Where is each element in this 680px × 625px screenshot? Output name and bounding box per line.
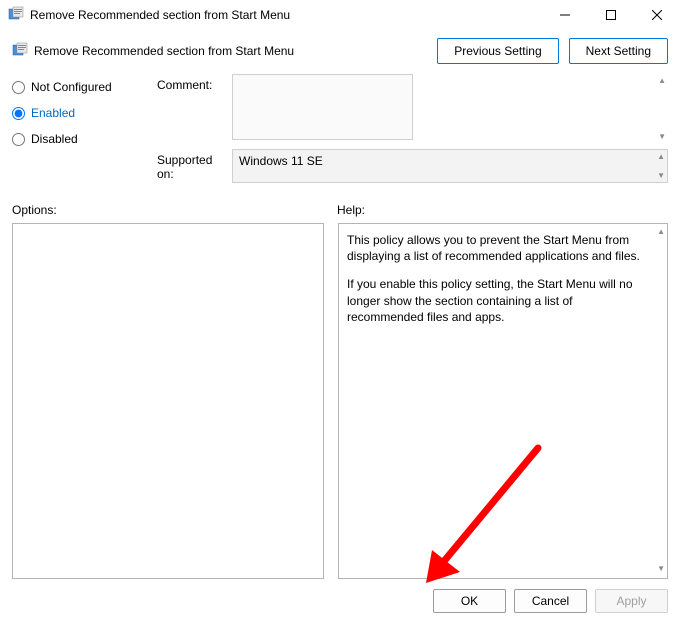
cancel-button[interactable]: Cancel bbox=[514, 589, 587, 613]
scroll-up-icon: ▲ bbox=[658, 76, 666, 85]
policy-editor-window: Remove Recommended section from Start Me… bbox=[0, 0, 680, 625]
ok-button[interactable]: OK bbox=[433, 589, 506, 613]
radio-enabled-label: Enabled bbox=[31, 106, 75, 120]
radio-disabled-label: Disabled bbox=[31, 132, 78, 146]
maximize-button[interactable] bbox=[588, 0, 634, 30]
apply-button[interactable]: Apply bbox=[595, 589, 668, 613]
radio-not-configured-input[interactable] bbox=[12, 81, 25, 94]
help-pane: This policy allows you to prevent the St… bbox=[338, 223, 668, 579]
help-label: Help: bbox=[337, 203, 668, 217]
state-radio-group: Not Configured Enabled Disabled bbox=[12, 74, 157, 183]
header-title: Remove Recommended section from Start Me… bbox=[34, 44, 294, 58]
comment-scroll-hints: ▲ ▼ bbox=[658, 74, 666, 143]
comment-input[interactable] bbox=[232, 74, 413, 140]
minimize-button[interactable] bbox=[542, 0, 588, 30]
scroll-down-icon: ▼ bbox=[658, 132, 666, 141]
header-row: Remove Recommended section from Start Me… bbox=[0, 30, 680, 74]
supported-scroll-hints: ▲ ▼ bbox=[657, 150, 665, 182]
options-pane bbox=[12, 223, 324, 579]
window-caption-buttons bbox=[542, 0, 680, 30]
comment-label: Comment: bbox=[157, 74, 232, 143]
dialog-footer: OK Cancel Apply bbox=[0, 579, 680, 625]
previous-setting-button[interactable]: Previous Setting bbox=[437, 38, 558, 64]
radio-disabled-input[interactable] bbox=[12, 133, 25, 146]
scroll-down-icon: ▼ bbox=[657, 171, 665, 180]
radio-not-configured[interactable]: Not Configured bbox=[12, 80, 157, 94]
nav-buttons: Previous Setting Next Setting bbox=[437, 38, 668, 64]
next-setting-button[interactable]: Next Setting bbox=[569, 38, 668, 64]
app-policy-icon bbox=[12, 42, 28, 61]
help-paragraph: This policy allows you to prevent the St… bbox=[347, 232, 647, 264]
config-fields: Comment: ▲ ▼ Supported on: Windows 11 SE… bbox=[157, 74, 668, 183]
radio-disabled[interactable]: Disabled bbox=[12, 132, 157, 146]
window-title: Remove Recommended section from Start Me… bbox=[30, 8, 290, 22]
scroll-down-icon: ▼ bbox=[657, 564, 665, 575]
app-policy-icon bbox=[8, 6, 24, 25]
close-button[interactable] bbox=[634, 0, 680, 30]
supported-row: Supported on: Windows 11 SE ▲ ▼ bbox=[157, 149, 668, 183]
config-area: Not Configured Enabled Disabled Comment:… bbox=[0, 74, 680, 189]
radio-enabled[interactable]: Enabled bbox=[12, 106, 157, 120]
options-label: Options: bbox=[12, 203, 337, 217]
scroll-up-icon: ▲ bbox=[657, 152, 665, 161]
supported-on-value: Windows 11 SE bbox=[239, 154, 323, 168]
comment-row: Comment: ▲ ▼ bbox=[157, 74, 668, 143]
help-paragraph: If you enable this policy setting, the S… bbox=[347, 276, 647, 325]
supported-label: Supported on: bbox=[157, 149, 232, 183]
panes: This policy allows you to prevent the St… bbox=[0, 223, 680, 579]
radio-enabled-input[interactable] bbox=[12, 107, 25, 120]
scroll-up-icon: ▲ bbox=[657, 227, 665, 238]
titlebar: Remove Recommended section from Start Me… bbox=[0, 0, 680, 30]
pane-labels-row: Options: Help: bbox=[0, 189, 680, 223]
radio-not-configured-label: Not Configured bbox=[31, 80, 112, 94]
help-scroll-hints: ▲ ▼ bbox=[657, 224, 665, 578]
supported-on-box: Windows 11 SE ▲ ▼ bbox=[232, 149, 668, 183]
